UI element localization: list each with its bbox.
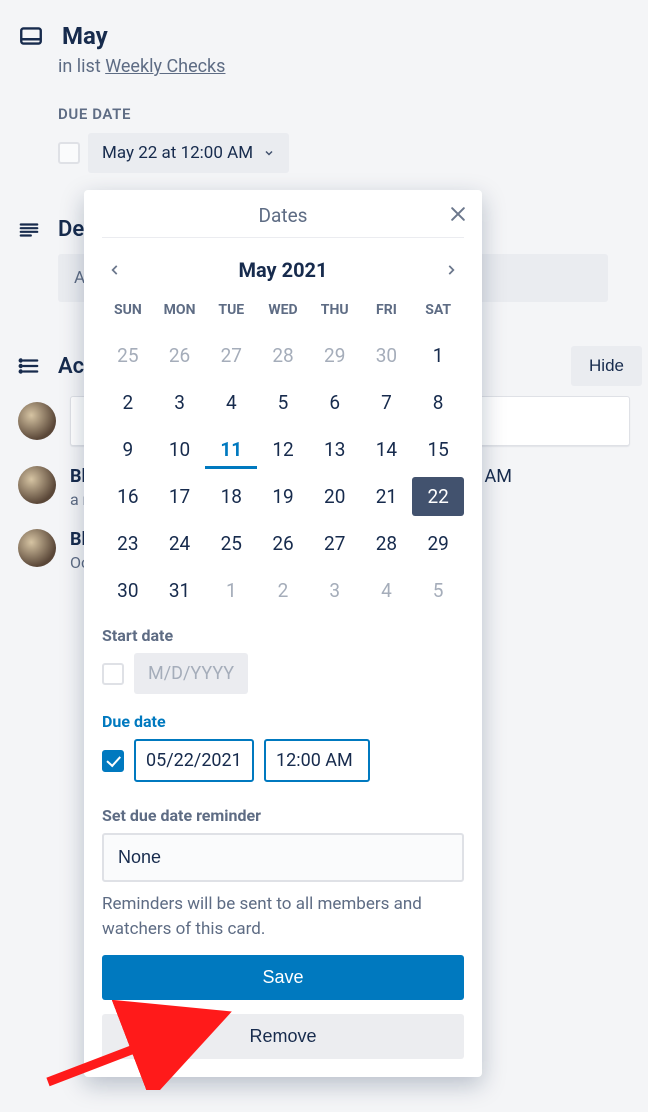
calendar-day[interactable]: 10 [154,430,206,469]
prev-month-button[interactable] [104,259,126,281]
calendar-day[interactable]: 3 [309,571,361,610]
calendar-day[interactable]: 4 [361,571,413,610]
avatar [18,529,56,567]
description-icon [18,219,40,241]
dow-header: SAT [412,294,464,328]
popover-title: Dates [259,204,308,227]
calendar-day[interactable]: 9 [102,430,154,469]
activity-heading: Ac [58,354,84,379]
card-icon [18,23,44,49]
calendar-grid: SUNMONTUEWEDTHUFRISAT2526272829301234567… [102,294,464,610]
remove-button[interactable]: Remove [102,1014,464,1059]
calendar-day[interactable]: 5 [257,383,309,422]
calendar-day[interactable]: 8 [412,383,464,422]
calendar-day[interactable]: 28 [257,336,309,375]
card-list-location: in list Weekly Checks [58,56,630,77]
calendar-day[interactable]: 1 [205,571,257,610]
calendar-day[interactable]: 27 [205,336,257,375]
calendar-day[interactable]: 6 [309,383,361,422]
calendar-day[interactable]: 30 [361,336,413,375]
due-time-input[interactable] [264,739,370,782]
dow-header: FRI [361,294,413,328]
calendar-day[interactable]: 26 [154,336,206,375]
due-date-chip[interactable]: May 22 at 12:00 AM [88,133,289,173]
calendar-day[interactable]: 11 [205,430,257,469]
start-date-checkbox[interactable] [102,663,124,685]
chevron-down-icon [263,147,275,159]
calendar-day[interactable]: 2 [102,383,154,422]
calendar-day[interactable]: 28 [361,524,413,563]
avatar [18,466,56,504]
due-date-input[interactable] [134,739,254,782]
calendar-day[interactable]: 29 [412,524,464,563]
calendar-day[interactable]: 12 [257,430,309,469]
reminder-select[interactable]: None [102,833,464,882]
calendar-day[interactable]: 21 [361,477,413,516]
avatar [18,402,56,440]
start-date-input-disabled[interactable]: M/D/YYYY [134,653,248,694]
calendar-day[interactable]: 3 [154,383,206,422]
calendar-day[interactable]: 5 [412,571,464,610]
save-button[interactable]: Save [102,955,464,1000]
calendar-day[interactable]: 30 [102,571,154,610]
calendar-day[interactable]: 4 [205,383,257,422]
dow-header: TUE [205,294,257,328]
calendar-day[interactable]: 29 [309,336,361,375]
calendar-day[interactable]: 16 [102,477,154,516]
calendar-day[interactable]: 13 [309,430,361,469]
calendar-day[interactable]: 27 [309,524,361,563]
calendar-day[interactable]: 20 [309,477,361,516]
calendar-day[interactable]: 18 [205,477,257,516]
dates-popover: Dates May 2021 SUNMONTUEWEDTHUFRISAT2526… [84,190,482,1077]
description-heading: De [58,217,84,242]
start-date-label: Start date [102,626,464,645]
calendar-day[interactable]: 25 [205,524,257,563]
dow-header: THU [309,294,361,328]
calendar-day[interactable]: 22 [412,477,464,516]
dow-header: SUN [102,294,154,328]
card-title[interactable]: May [62,22,108,50]
reminder-label: Set due date reminder [102,806,464,825]
calendar-day[interactable]: 1 [412,336,464,375]
month-label: May 2021 [238,258,327,282]
calendar-day[interactable]: 23 [102,524,154,563]
calendar-day[interactable]: 17 [154,477,206,516]
calendar-day[interactable]: 31 [154,571,206,610]
reminder-hint: Reminders will be sent to all members an… [102,892,464,941]
calendar-day[interactable]: 2 [257,571,309,610]
due-complete-checkbox[interactable] [58,142,80,164]
calendar-day[interactable]: 19 [257,477,309,516]
list-link[interactable]: Weekly Checks [105,56,225,77]
calendar-day[interactable]: 14 [361,430,413,469]
activity-icon [18,355,40,377]
due-date-label: Due date [102,712,464,731]
dow-header: MON [154,294,206,328]
calendar-day[interactable]: 7 [361,383,413,422]
dow-header: WED [257,294,309,328]
calendar-day[interactable]: 26 [257,524,309,563]
due-date-checkbox[interactable] [102,750,124,772]
calendar-day[interactable]: 25 [102,336,154,375]
due-date-section-label: DUE DATE [58,105,630,123]
close-icon[interactable] [448,204,468,224]
calendar-day[interactable]: 15 [412,430,464,469]
hide-details-button[interactable]: Hide [571,346,642,386]
calendar-day[interactable]: 24 [154,524,206,563]
next-month-button[interactable] [440,259,462,281]
